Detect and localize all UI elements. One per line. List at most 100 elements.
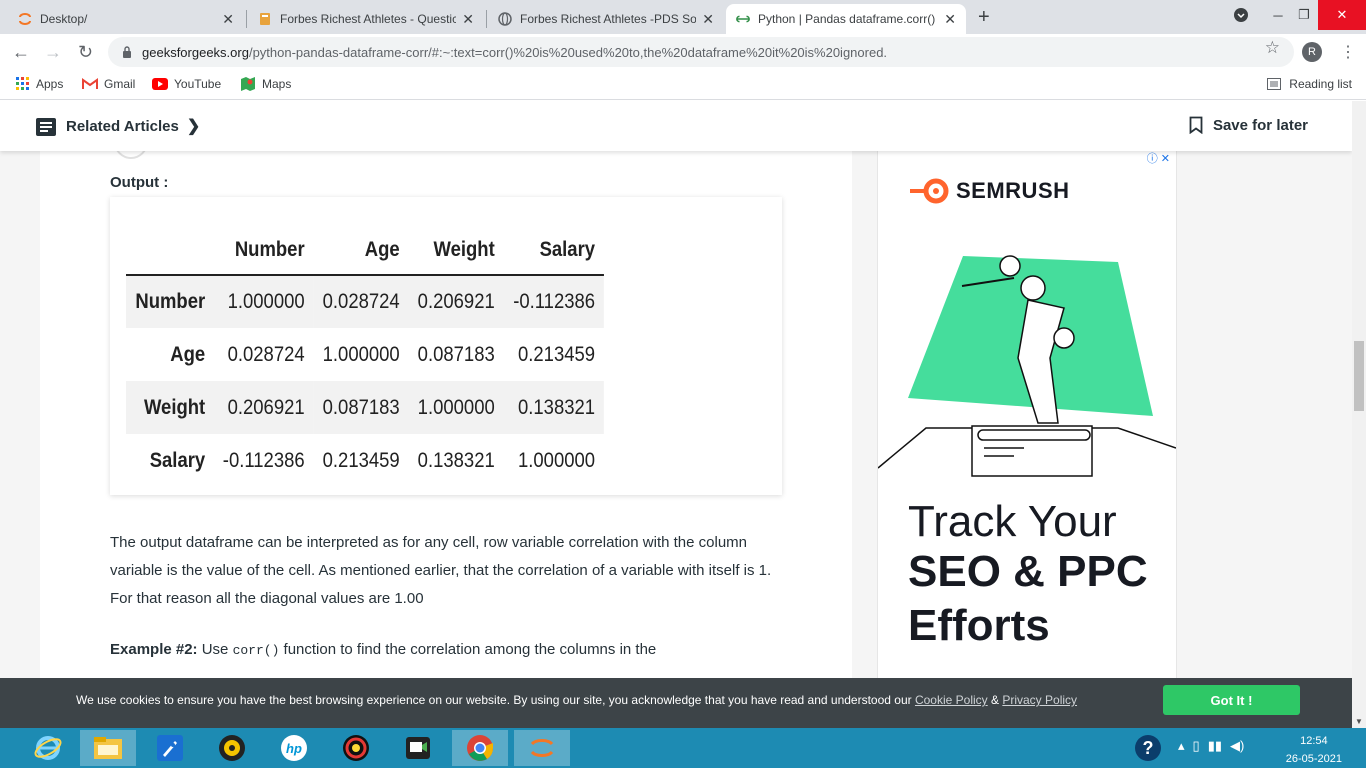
bookmark-star-icon[interactable]: ☆ (1265, 38, 1280, 58)
table-cell: 0.028724 (322, 290, 400, 313)
cookie-amp: & (987, 693, 1003, 707)
disc-burner-icon[interactable] (328, 730, 384, 766)
semrush-ad[interactable]: ⓘ ✕ SEMRUSH Track Your SEO & PPC Efforts (877, 149, 1177, 728)
signal-icon[interactable]: ▮▮ (1208, 738, 1222, 754)
bookmark-label: Apps (36, 77, 64, 91)
table-cell: 0.213459 (322, 448, 400, 472)
bookmark-icon (1189, 116, 1203, 134)
scroll-down-arrow-icon[interactable]: ▼ (1355, 717, 1363, 726)
cookie-text: We use cookies to ensure you have the be… (76, 693, 1077, 707)
file-explorer-icon[interactable] (80, 730, 136, 766)
table-row: Age 0.028724 1.000000 0.087183 0.213459 (126, 328, 604, 381)
clock[interactable]: 12:54 26-05-2021 (1286, 734, 1342, 766)
bookmark-youtube[interactable]: YouTube (152, 77, 221, 91)
tray-expand-icon[interactable]: ▴ (1178, 738, 1185, 754)
save-for-later-button[interactable]: Save for later (1189, 116, 1308, 134)
browser-toolbar: ← → ↻ geeksforgeeks.org/python-pandas-da… (0, 34, 1366, 70)
table-cell: 0.206921 (417, 290, 495, 313)
close-tab-icon[interactable]: ✕ (944, 11, 956, 28)
tab-pandas-corr[interactable]: Python | Pandas dataframe.corr() ✕ (726, 4, 966, 34)
tab-search-chevron-icon[interactable] (1228, 0, 1254, 30)
profile-avatar[interactable]: R (1302, 42, 1322, 62)
related-articles-label: Related Articles (66, 117, 179, 135)
minimize-icon[interactable]: ─ (1266, 0, 1290, 30)
bookmark-gmail[interactable]: Gmail (82, 77, 135, 91)
tab-title: Forbes Richest Athletes - Questic (280, 12, 457, 26)
close-window-icon[interactable]: ✕ (1318, 0, 1366, 30)
reload-icon[interactable]: ↻ (78, 42, 93, 63)
ad-brand: SEMRUSH (956, 178, 1070, 203)
ad-illustration (878, 255, 1176, 477)
reading-list-button[interactable]: Reading list (1267, 77, 1352, 91)
close-tab-icon[interactable]: ✕ (462, 11, 474, 28)
clock-date: 26-05-2021 (1285, 753, 1342, 765)
geeksforgeeks-icon (736, 15, 750, 23)
related-articles-button[interactable]: Related Articles ❯ (36, 116, 200, 136)
new-tab-plus-icon[interactable]: + (978, 6, 990, 29)
address-bar[interactable]: geeksforgeeks.org/python-pandas-datafram… (108, 37, 1294, 67)
jupyter-taskbar-icon[interactable] (514, 730, 570, 766)
hp-icon[interactable]: hp (266, 730, 322, 766)
restore-icon[interactable]: ❐ (1292, 0, 1316, 30)
tab-forbes-solution[interactable]: Forbes Richest Athletes -PDS Sol ✕ (488, 4, 724, 34)
ad-headline-1: Track Your (908, 497, 1117, 546)
maps-icon (241, 77, 255, 91)
example-text-pre: Use (197, 641, 233, 658)
column-header: Salary (503, 225, 604, 276)
cookie-policy-link[interactable]: Cookie Policy (915, 693, 988, 707)
table-cell: 0.206921 (227, 395, 305, 419)
media-player-icon[interactable] (204, 730, 260, 766)
reading-list-icon (1267, 78, 1282, 90)
table-cell: 0.213459 (517, 342, 596, 366)
related-articles-bar: Related Articles ❯ Save for later (0, 101, 1352, 151)
table-cell: 0.138321 (417, 448, 495, 472)
adchoices-icon[interactable]: ⓘ ✕ (1147, 150, 1170, 166)
reading-list-label: Reading list (1289, 77, 1352, 91)
column-header: Weight (408, 225, 504, 276)
battery-icon[interactable]: ▯ (1193, 738, 1200, 754)
bookmark-label: Maps (262, 77, 292, 91)
close-tab-icon[interactable]: ✕ (222, 11, 234, 28)
article-list-icon (36, 118, 56, 136)
article-body: Output : Number Age Weight Salary Number… (40, 101, 852, 728)
volume-icon[interactable]: ◀) (1230, 738, 1244, 754)
table-cell: 0.138321 (517, 395, 596, 419)
semrush-logo: SEMRUSH (908, 178, 1070, 204)
example-text-post: function to find the correlation among t… (279, 641, 657, 658)
forward-arrow-icon[interactable]: → (44, 42, 62, 63)
close-tab-icon[interactable]: ✕ (702, 11, 714, 28)
chrome-icon[interactable] (452, 730, 508, 766)
table-cell: -0.112386 (513, 290, 596, 313)
got-it-button[interactable]: Got It ! (1163, 685, 1300, 715)
table-cell: 1.000000 (227, 290, 305, 313)
rocket-app-icon[interactable] (142, 730, 198, 766)
correlation-dataframe: Number Age Weight Salary Number 1.000000… (126, 225, 604, 487)
row-index: Age (170, 342, 206, 366)
tab-desktop[interactable]: Desktop/ ✕ (8, 4, 244, 34)
table-cell: -0.112386 (222, 448, 305, 472)
row-index: Salary (149, 448, 206, 472)
table-cell: 1.000000 (517, 448, 596, 472)
output-label: Output : (110, 174, 169, 191)
back-arrow-icon[interactable]: ← (12, 42, 30, 63)
page-scrollbar[interactable]: ▼ (1352, 101, 1366, 728)
inline-code: corr() (232, 643, 280, 658)
tab-divider (486, 10, 487, 28)
help-icon[interactable]: ? (1120, 730, 1176, 766)
tab-forbes-question[interactable]: Forbes Richest Athletes - Questic ✕ (248, 4, 484, 34)
dataframe-corner-cell (126, 225, 214, 276)
privacy-policy-link[interactable]: Privacy Policy (1002, 693, 1077, 707)
bookmark-apps[interactable]: Apps (16, 77, 63, 91)
internet-explorer-icon[interactable] (20, 730, 76, 766)
screen-recorder-icon[interactable] (390, 730, 446, 766)
table-row: Salary -0.112386 0.213459 0.138321 1.000… (126, 434, 604, 487)
bookmark-maps[interactable]: Maps (240, 77, 291, 91)
column-header: Number (214, 225, 314, 276)
scrollbar-thumb[interactable] (1354, 341, 1364, 411)
cookie-banner: We use cookies to ensure you have the be… (0, 678, 1352, 728)
table-row: Number 1.000000 0.028724 0.206921 -0.112… (126, 275, 604, 328)
semrush-flame-icon (910, 178, 949, 204)
cookie-message: We use cookies to ensure you have the be… (76, 693, 915, 707)
menu-kebab-icon[interactable]: ⋮ (1340, 42, 1356, 62)
row-index: Weight (143, 395, 206, 419)
